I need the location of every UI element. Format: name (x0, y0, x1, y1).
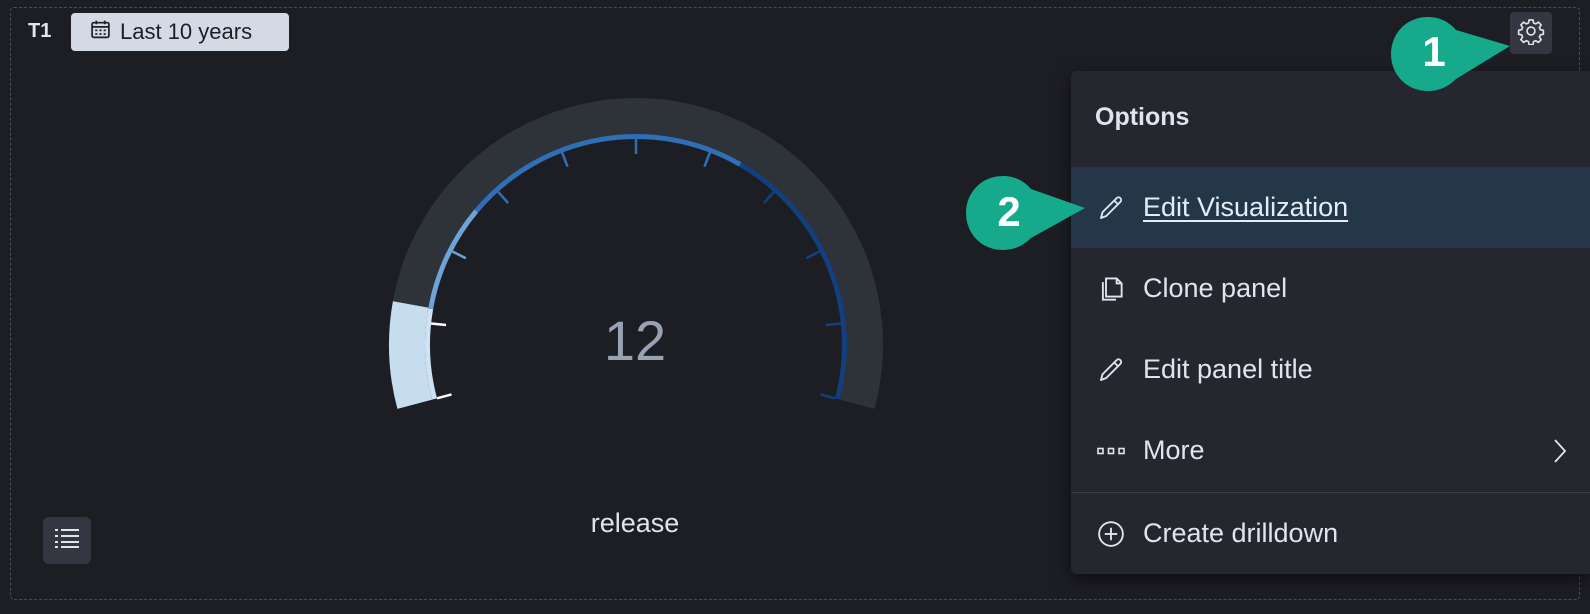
gear-icon (1517, 17, 1545, 50)
legend-toggle-button[interactable] (43, 517, 91, 564)
panel-title: T1 (28, 20, 52, 42)
menu-item-clone-panel[interactable]: Clone panel (1071, 248, 1590, 329)
panel-options-button[interactable] (1510, 12, 1552, 54)
menu-item-label: More (1143, 435, 1205, 465)
menu-item-more[interactable]: More (1071, 410, 1590, 491)
menu-item-edit-visualization[interactable]: Edit Visualization (1071, 167, 1590, 248)
pencil-icon (1096, 355, 1126, 385)
menu-item-label: Edit panel title (1143, 354, 1313, 384)
callout-number-2: 2 (997, 188, 1021, 235)
menu-title: Options (1095, 103, 1190, 131)
callout-number-1: 1 (1422, 28, 1446, 75)
copy-icon (1096, 274, 1126, 304)
panel-options-menu: Options Edit Visualization Clone panel E… (1071, 71, 1590, 574)
time-range-badge[interactable]: Last 10 years (71, 13, 289, 51)
gauge-label: release (590, 508, 680, 538)
menu-item-label: Create drilldown (1143, 518, 1339, 548)
menu-item-label: Clone panel (1143, 273, 1288, 303)
menu-item-edit-panel-title[interactable]: Edit panel title (1071, 329, 1590, 410)
menu-item-label: Edit Visualization (1143, 192, 1349, 222)
gauge-value: 12 (603, 309, 667, 372)
list-icon (54, 527, 80, 554)
ellipsis-icon (1096, 436, 1126, 466)
menu-item-create-drilldown[interactable]: Create drilldown (1071, 493, 1590, 574)
pencil-icon (1096, 193, 1126, 223)
plus-circle-icon (1096, 519, 1126, 549)
calendar-icon (90, 19, 111, 46)
time-range-label: Last 10 years (120, 19, 253, 44)
chevron-right-icon (1554, 439, 1567, 463)
